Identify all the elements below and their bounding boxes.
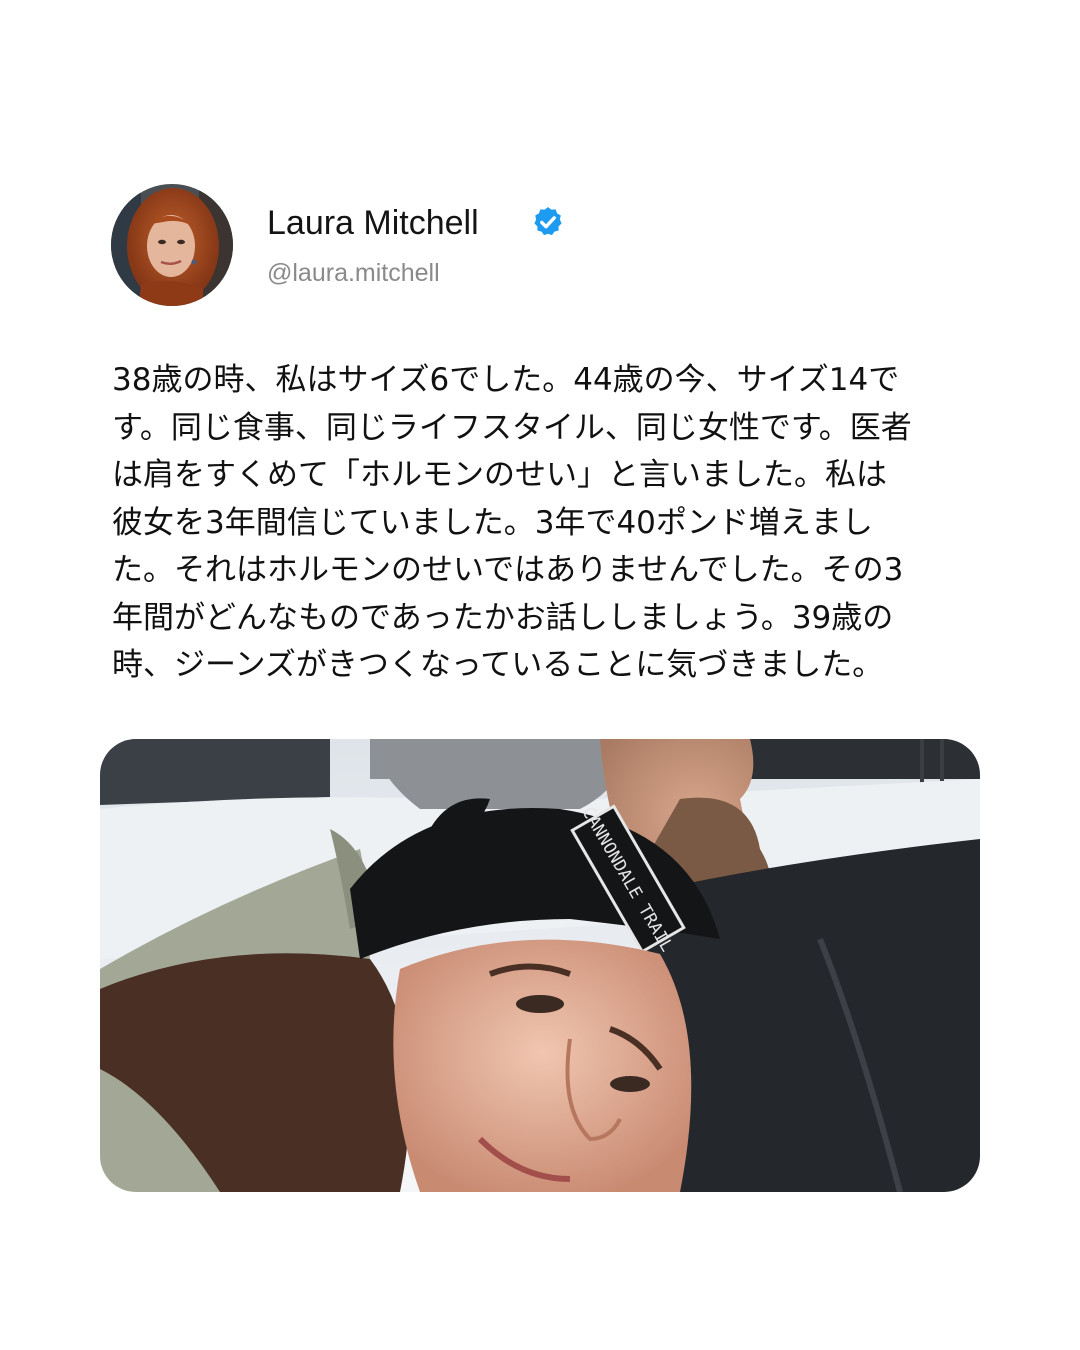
- post-text-line: 時、ジーンズがきつくなっていることに気づきました。: [112, 647, 884, 683]
- author-display-name[interactable]: Laura Mitchell: [267, 203, 479, 243]
- post-text-line: 彼女を3年間信じていました。3年で40ポンド増えまし: [112, 504, 873, 541]
- verified-badge-icon: [531, 205, 565, 239]
- post-text-line: 38歳の時、私はサイズ6でした。44歳の今、サイズ14で: [112, 362, 900, 398]
- post-photo[interactable]: CANNONDALE TRAIL: [100, 739, 980, 1192]
- post-text-line: た。それはホルモンのせいではありませんでした。その3: [112, 552, 904, 588]
- post-text-line: は肩をすくめて「ホルモンのせい」と言いました。私は: [112, 457, 887, 493]
- post-text-line: す。同じ食事、同じライフスタイル、同じ女性です。医者: [112, 409, 912, 446]
- author-handle[interactable]: @laura.mitchell: [267, 257, 440, 289]
- social-post-card: Laura Mitchell @laura.mitchell 38歳の時、私はサ…: [0, 0, 1080, 1350]
- profile-photo-avatar: [111, 184, 233, 306]
- post-body-text: 38歳の時、私はサイズ6でした。44歳の今、サイズ14で す。同じ食事、同じライ…: [112, 357, 1027, 690]
- post-text-line: 年間がどんなものであったかお話ししましょう。39歳の: [112, 599, 894, 636]
- selfie-photo-image: CANNONDALE TRAIL: [100, 739, 980, 1192]
- author-avatar[interactable]: [111, 184, 233, 306]
